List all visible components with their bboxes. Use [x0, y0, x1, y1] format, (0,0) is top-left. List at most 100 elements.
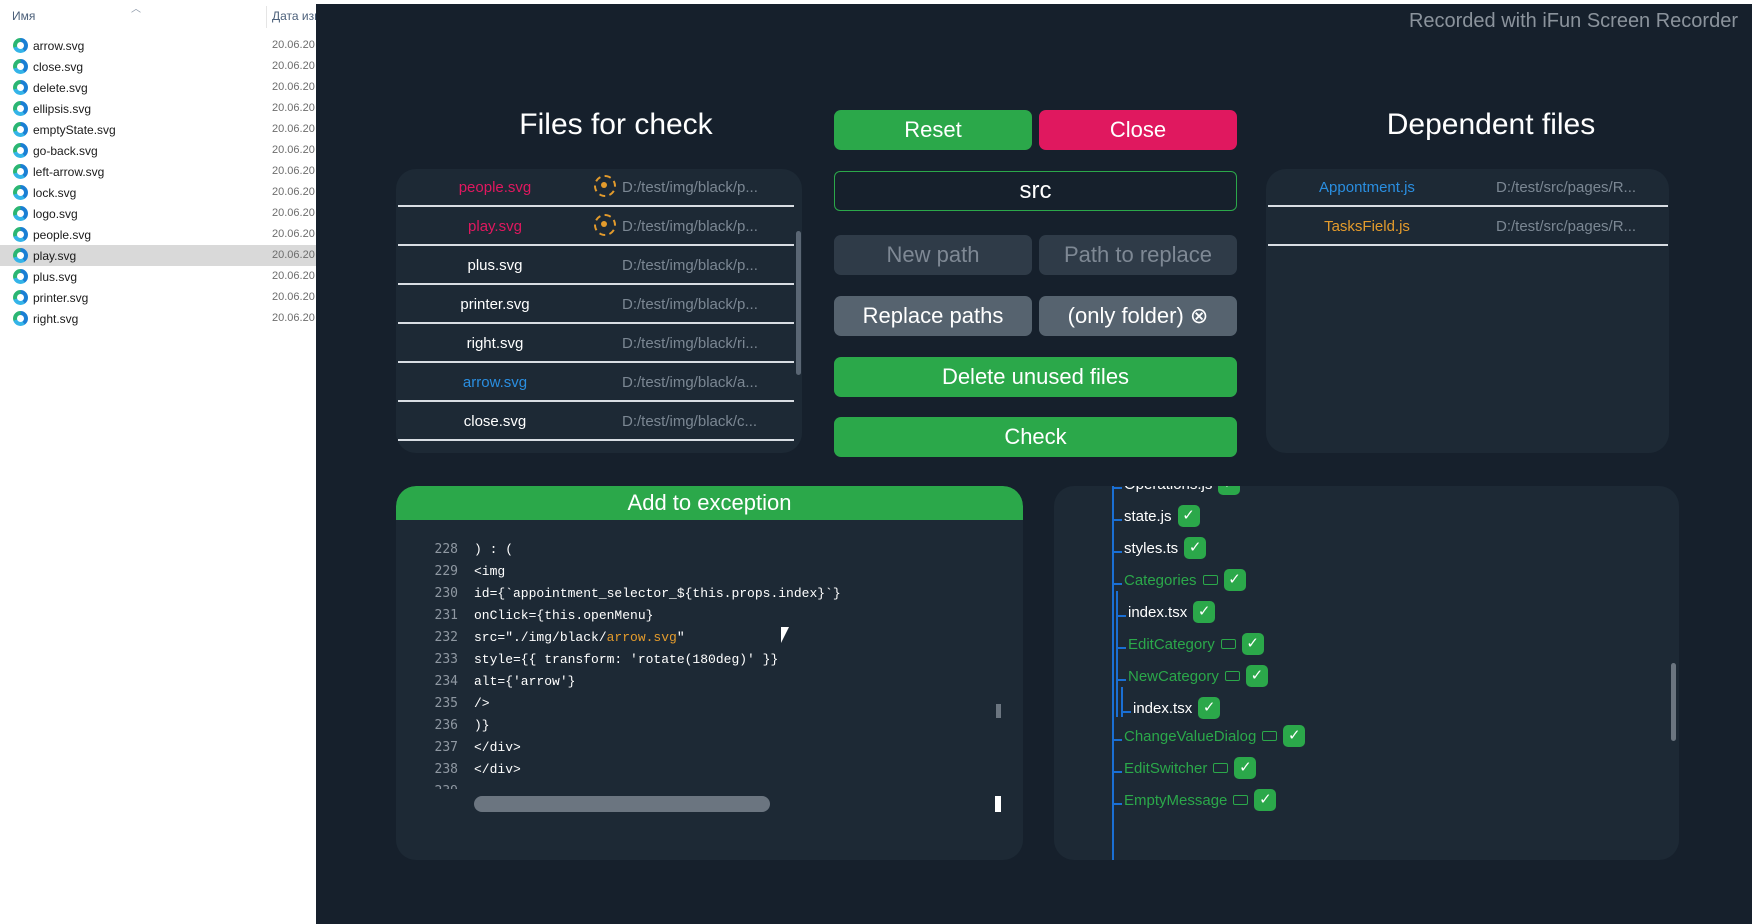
- reset-button[interactable]: Reset: [834, 110, 1032, 150]
- tree-folder-node[interactable]: NewCategory ✓: [1128, 665, 1268, 693]
- column-header-date[interactable]: Дата изм: [272, 9, 322, 23]
- tree-branch-line: [1114, 487, 1122, 489]
- checkmark-icon[interactable]: ✓: [1234, 757, 1257, 779]
- file-name: left-arrow.svg: [33, 165, 105, 179]
- folder-icon: [1213, 763, 1229, 773]
- folder-icon: [1262, 731, 1278, 741]
- check-file-row[interactable]: plus.svg D:/test/img/black/p...: [398, 247, 794, 285]
- code-vertical-scrollbar[interactable]: [996, 704, 1001, 718]
- checkmark-icon[interactable]: ✓: [1198, 697, 1221, 719]
- code-text: onClick={this.openMenu}: [474, 608, 654, 623]
- file-date: 20.06.20: [272, 249, 315, 261]
- tree-file-node[interactable]: state.js ✓: [1124, 505, 1200, 533]
- line-number: 238: [434, 762, 458, 777]
- tree-branch-line: [1118, 615, 1126, 617]
- check-file-row[interactable]: play.svg D:/test/img/black/p...: [398, 208, 794, 246]
- files-scrollbar[interactable]: [796, 231, 801, 375]
- checkmark-icon[interactable]: ✓: [1254, 789, 1277, 811]
- dependent-files-panel: Appontment.js D:/test/src/pages/R... Tasks…: [1266, 169, 1669, 453]
- check-file-row[interactable]: printer.svg D:/test/img/black/p...: [398, 286, 794, 324]
- delete-unused-files-button[interactable]: Delete unused files: [834, 357, 1237, 397]
- checkmark-icon[interactable]: ✓: [1184, 537, 1207, 559]
- tree-folder-node[interactable]: EditCategory ✓: [1128, 633, 1264, 661]
- recorder-watermark: Recorded with iFun Screen Recorder: [1408, 10, 1738, 32]
- tree-folder-node[interactable]: EditSwitcher ✓: [1124, 757, 1257, 785]
- folder-icon: [1220, 639, 1236, 649]
- explorer-file-row[interactable]: arrow.svg 20.06.20: [0, 35, 316, 56]
- file-date: 20.06.20: [272, 123, 315, 135]
- tree-file-node[interactable]: styles.ts ✓: [1124, 537, 1207, 565]
- code-text: ) : (: [474, 542, 514, 557]
- edge-file-icon: [13, 59, 28, 74]
- explorer-file-row[interactable]: logo.svg 20.06.20: [0, 203, 316, 224]
- checkmark-icon[interactable]: ✓: [1223, 569, 1246, 591]
- tree-file-node[interactable]: Operations.js ✓: [1124, 486, 1241, 501]
- watch-icon[interactable]: [594, 214, 616, 236]
- dependent-file-row[interactable]: TasksField.js D:/test/src/pages/R...: [1268, 208, 1668, 246]
- explorer-file-row[interactable]: close.svg 20.06.20: [0, 56, 316, 77]
- checkmark-icon[interactable]: ✓: [1218, 486, 1241, 495]
- check-file-row[interactable]: right.svg D:/test/img/black/ri...: [398, 325, 794, 363]
- tree-node-label: EditCategory: [1128, 635, 1215, 653]
- tree-scrollbar[interactable]: [1671, 663, 1676, 741]
- check-button[interactable]: Check: [834, 417, 1237, 457]
- dependent-file-row[interactable]: Appontment.js D:/test/src/pages/R...: [1268, 169, 1668, 207]
- tree-node-label: Categories: [1124, 571, 1197, 589]
- add-to-exception-button[interactable]: Add to exception: [396, 486, 1023, 520]
- column-divider[interactable]: [266, 6, 267, 28]
- column-header-name[interactable]: Имя: [12, 9, 35, 23]
- explorer-file-row[interactable]: plus.svg 20.06.20: [0, 266, 316, 287]
- check-file-row[interactable]: people.svg D:/test/img/black/p...: [398, 169, 794, 207]
- sort-asc-icon: ︿: [131, 4, 141, 15]
- tree-folder-node[interactable]: ChangeValueDialog ✓: [1124, 725, 1306, 753]
- checkmark-icon[interactable]: ✓: [1283, 725, 1306, 747]
- check-file-path: D:/test/img/black/p...: [622, 179, 758, 196]
- replace-paths-button[interactable]: Replace paths: [834, 296, 1032, 336]
- only-folder-toggle[interactable]: (only folder) ⊗: [1039, 296, 1237, 336]
- code-line: 228 ) : (: [396, 539, 996, 561]
- code-text: src="./img/black/arrow.svg": [474, 630, 685, 645]
- explorer-file-row[interactable]: go-back.svg 20.06.20: [0, 140, 316, 161]
- code-text: alt={'arrow'}: [474, 674, 576, 689]
- tree-node-label: ChangeValueDialog: [1124, 727, 1257, 745]
- tree-branch-line: [1114, 803, 1122, 805]
- dependent-file-name: TasksField.js: [1324, 218, 1410, 235]
- search-input[interactable]: [834, 171, 1237, 211]
- file-date: 20.06.20: [272, 186, 315, 198]
- explorer-file-row[interactable]: lock.svg 20.06.20: [0, 182, 316, 203]
- close-button[interactable]: Close: [1039, 110, 1237, 150]
- code-text: </div>: [474, 762, 521, 777]
- explorer-file-row[interactable]: delete.svg 20.06.20: [0, 77, 316, 98]
- checkmark-icon[interactable]: ✓: [1241, 633, 1264, 655]
- check-file-row[interactable]: arrow.svg D:/test/img/black/a...: [398, 364, 794, 402]
- path-to-replace-button[interactable]: Path to replace: [1039, 235, 1237, 275]
- file-name: close.svg: [33, 60, 84, 74]
- explorer-file-row[interactable]: people.svg 20.06.20: [0, 224, 316, 245]
- tree-folder-node[interactable]: EmptyMessage ✓: [1124, 789, 1277, 817]
- tree-file-node[interactable]: index.tsx ✓: [1128, 601, 1216, 629]
- new-path-button[interactable]: New path: [834, 235, 1032, 275]
- checkmark-icon[interactable]: ✓: [1193, 601, 1216, 623]
- dependent-file-path: D:/test/src/pages/R...: [1496, 179, 1637, 196]
- explorer-file-row[interactable]: right.svg 20.06.20: [0, 308, 316, 329]
- explorer-file-row[interactable]: ellipsis.svg 20.06.20: [0, 98, 316, 119]
- explorer-file-row[interactable]: emptyState.svg 20.06.20: [0, 119, 316, 140]
- tree-file-node[interactable]: index.tsx ✓: [1133, 697, 1221, 725]
- check-file-row-partial[interactable]: [398, 442, 794, 453]
- code-horizontal-scrollbar[interactable]: [474, 796, 770, 812]
- code-preview-panel: Add to exception 228) : (229 <img 230 id={`…: [396, 486, 1023, 860]
- checkmark-icon[interactable]: ✓: [1177, 505, 1200, 527]
- explorer-file-row[interactable]: left-arrow.svg 20.06.20: [0, 161, 316, 182]
- checkmark-icon[interactable]: ✓: [1245, 665, 1268, 687]
- code-line: 239: [396, 781, 996, 789]
- tree-folder-node[interactable]: Categories ✓: [1124, 569, 1246, 597]
- explorer-file-row[interactable]: play.svg 20.06.20: [0, 245, 316, 266]
- line-number: 228: [434, 542, 458, 557]
- watch-icon[interactable]: [594, 175, 616, 197]
- line-number: 230: [434, 586, 458, 601]
- explorer-file-row[interactable]: printer.svg 20.06.20: [0, 287, 316, 308]
- check-file-row[interactable]: close.svg D:/test/img/black/c...: [398, 403, 794, 441]
- tree-node-label: styles.ts: [1124, 539, 1179, 557]
- line-number: 233: [434, 652, 458, 667]
- file-name: go-back.svg: [33, 144, 98, 158]
